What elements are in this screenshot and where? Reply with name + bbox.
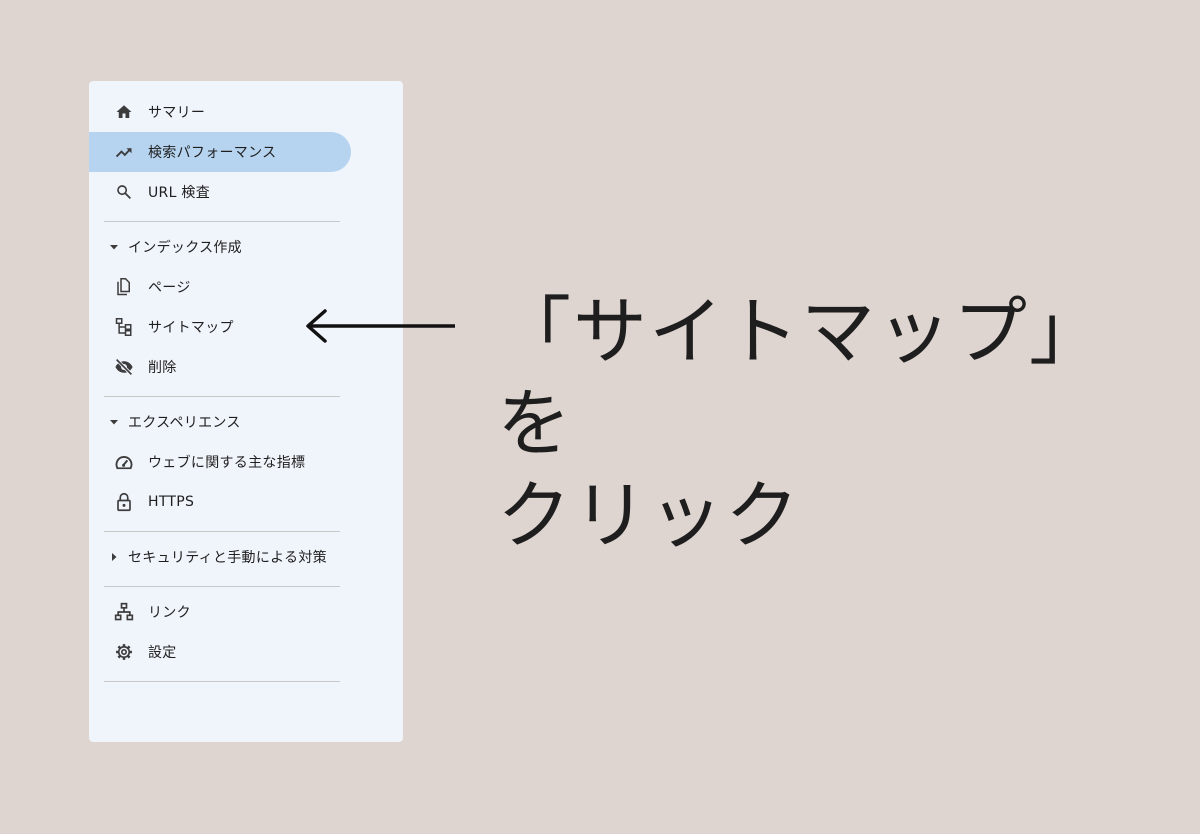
sidebar-item-summary[interactable]: サマリー: [89, 92, 351, 132]
sidebar-item-label: 検索パフォーマンス: [148, 145, 277, 161]
search-icon: [114, 182, 134, 202]
section-indexing[interactable]: インデックス作成: [89, 229, 351, 265]
sidebar-item-label: 削除: [148, 360, 177, 376]
sidebar-item-settings[interactable]: 設定: [89, 632, 351, 672]
sitemap-icon: [114, 317, 134, 337]
divider: [104, 221, 340, 222]
section-experience[interactable]: エクスペリエンス: [89, 404, 351, 440]
pages-icon: [114, 277, 134, 297]
sidebar-item-label: HTTPS: [148, 494, 195, 510]
caret-right-icon: [109, 552, 119, 562]
sidebar-item-removals[interactable]: 削除: [89, 347, 351, 387]
sidebar-item-label: サマリー: [148, 105, 206, 121]
visibility-off-icon: [114, 357, 134, 377]
home-icon: [114, 102, 134, 122]
sidebar-item-label: 設定: [148, 645, 177, 661]
section-security[interactable]: セキュリティと手動による対策: [89, 539, 351, 575]
caret-down-icon: [109, 242, 119, 252]
annotation-line-2: クリック: [497, 473, 801, 559]
divider: [104, 681, 340, 682]
annotation-line-1: 「サイトマップ」を: [497, 289, 1105, 467]
divider: [104, 586, 340, 587]
links-icon: [114, 602, 134, 622]
divider: [104, 396, 340, 397]
trending-up-icon: [114, 142, 134, 162]
sidebar-item-label: URL 検査: [148, 185, 211, 201]
sidebar-item-links[interactable]: リンク: [89, 592, 351, 632]
sidebar-item-https[interactable]: HTTPS: [89, 482, 351, 522]
sidebar-panel: サマリー 検索パフォーマンス URL 検査 インデックス作成 ページ サイトマッ…: [89, 81, 403, 742]
divider: [104, 531, 340, 532]
arrow-left-icon: [303, 308, 458, 344]
caret-down-icon: [109, 417, 119, 427]
sidebar-item-label: ウェブに関する主な指標: [148, 455, 306, 471]
annotation-callout: 「サイトマップ」を クリック: [497, 286, 1157, 562]
sidebar-item-core-web-vitals[interactable]: ウェブに関する主な指標: [89, 442, 351, 482]
lock-icon: [114, 492, 134, 512]
sidebar-item-url-inspection[interactable]: URL 検査: [89, 172, 351, 212]
section-title: セキュリティと手動による対策: [128, 550, 327, 566]
sidebar-item-pages[interactable]: ページ: [89, 267, 351, 307]
sidebar-item-search-performance[interactable]: 検索パフォーマンス: [89, 132, 351, 172]
section-title: インデックス作成: [128, 240, 242, 256]
gear-icon: [114, 642, 134, 662]
speed-icon: [114, 452, 134, 472]
sidebar-item-label: リンク: [148, 605, 191, 621]
sidebar-item-label: サイトマップ: [148, 320, 234, 336]
sidebar-item-label: ページ: [148, 280, 191, 296]
section-title: エクスペリエンス: [128, 415, 241, 431]
